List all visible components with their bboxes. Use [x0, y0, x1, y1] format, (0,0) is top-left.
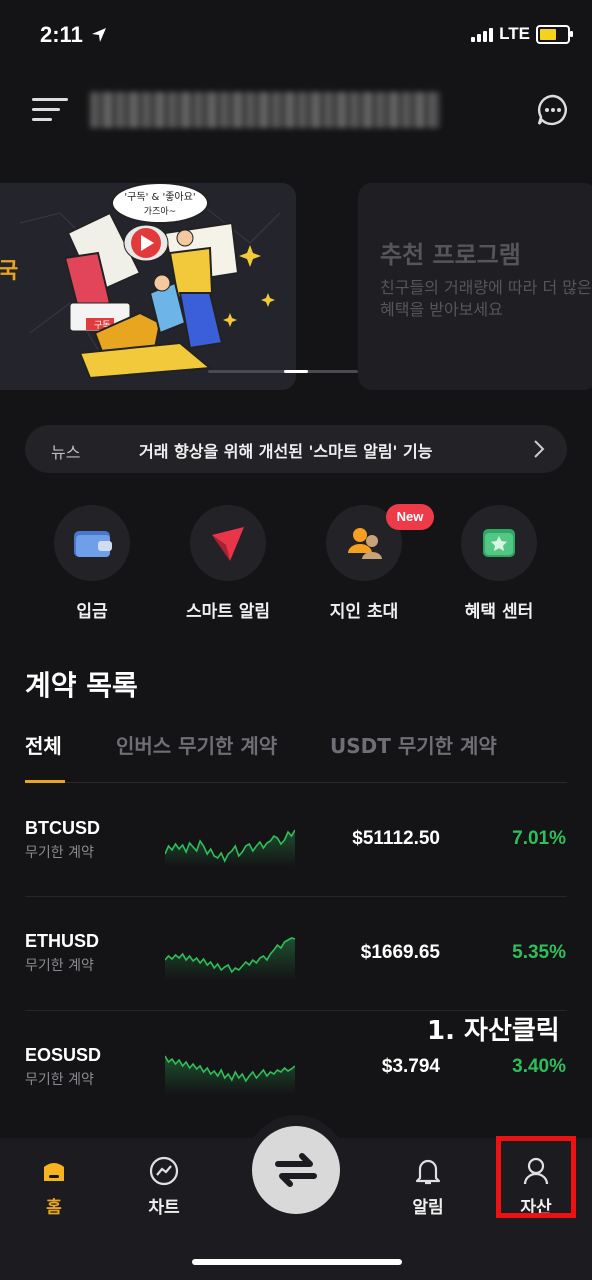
quick-menu-smart-alert[interactable]: 스마트 알림: [178, 505, 278, 622]
contract-symbol: EOSUSD: [25, 1045, 102, 1065]
contract-symbol: ETHUSD: [25, 931, 100, 951]
chart-icon: [149, 1156, 179, 1186]
nav-label: 차트: [148, 1198, 180, 1218]
referral-banner[interactable]: 추천 프로그램 친구들의 거래량에 따라 더 많은 혜택을 받아보세요: [358, 183, 592, 390]
nav-label: 알림: [412, 1198, 444, 1218]
contract-change: 3.40%: [512, 1056, 566, 1077]
chat-icon[interactable]: [537, 94, 569, 126]
annotation-highlight-box: [496, 1136, 576, 1218]
reward-ticket-icon: [461, 505, 537, 581]
speech-bubble-line2: 가즈아~: [144, 206, 176, 217]
quick-menu-label: 입금: [76, 602, 108, 622]
sparkline-area: [165, 938, 295, 980]
signal-icon: [471, 26, 494, 42]
status-indicators: LTE: [471, 24, 573, 44]
bell-icon: [415, 1159, 441, 1185]
contract-change: 5.35%: [512, 942, 566, 963]
chevron-right-icon[interactable]: [533, 439, 545, 459]
contract-row-ethusd[interactable]: ETHUSD 무기한 계약 $1669.65 5.35%: [0, 897, 592, 1010]
account-name-blurred: [90, 92, 440, 128]
quick-menu-label: 혜택 센터: [464, 602, 534, 622]
sparkline-area: [165, 1056, 295, 1094]
contract-type: 무기한 계약: [25, 845, 94, 861]
contract-price: $51112.50: [352, 828, 440, 849]
location-arrow-icon: [91, 28, 106, 42]
home-indicator: [192, 1259, 402, 1265]
nav-alerts[interactable]: 알림: [383, 1155, 473, 1218]
new-badge: New: [386, 504, 434, 530]
contract-price: $1669.65: [360, 942, 440, 963]
sparkline-chart: [165, 1055, 295, 1094]
contract-type: 무기한 계약: [25, 958, 94, 974]
contract-change: 7.01%: [512, 828, 566, 849]
contract-row-btcusd[interactable]: BTCUSD 무기한 계약 $51112.50 7.01%: [0, 783, 592, 896]
quick-menu-rewards[interactable]: 혜택 센터: [449, 505, 549, 622]
nav-chart[interactable]: 차트: [119, 1155, 209, 1218]
quick-menu-deposit[interactable]: 입금: [42, 505, 142, 622]
referral-title: 추천 프로그램: [380, 241, 521, 269]
contract-type: 무기한 계약: [25, 1072, 94, 1088]
contract-price: $3.794: [381, 1056, 440, 1077]
network-type: LTE: [499, 24, 530, 43]
instruction-annotation: 1. 자산클릭: [427, 1016, 560, 1046]
sparkline-chart: [165, 937, 295, 980]
home-icon: [44, 1163, 64, 1181]
nav-home[interactable]: 홈: [9, 1155, 99, 1218]
promo-banner[interactable]: 구독 '구독' & '좋아요' 가즈아~ 국: [0, 183, 296, 390]
sparkline-chart: [165, 829, 295, 866]
swap-arrows-icon: [275, 1153, 317, 1187]
nav-label: 홈: [46, 1198, 62, 1218]
quick-menu-label: 지인 초대: [329, 602, 399, 622]
swap-button[interactable]: [252, 1126, 340, 1214]
arrow-alert-icon: [190, 505, 266, 581]
battery-icon: [536, 24, 573, 44]
speech-bubble-line1: '구독' & '좋아요': [124, 191, 195, 203]
tab-all[interactable]: 전체: [25, 730, 62, 759]
tab-inverse-perpetual[interactable]: 인버스 무기한 계약: [116, 730, 277, 759]
referral-description: 친구들의 거래량에 따라 더 많은 혜택을 받아보세요: [380, 278, 592, 319]
news-ticker[interactable]: 뉴스 거래 향상을 위해 개선된 '스마트 알림' 기능: [25, 425, 567, 473]
wallet-icon: [54, 505, 130, 581]
status-time: 2:11: [40, 22, 107, 48]
contract-symbol: BTCUSD: [25, 818, 100, 838]
banner-side-text: 국: [0, 259, 18, 284]
promo-illustration: 구독 '구독' & '좋아요' 가즈아~ 국: [0, 183, 296, 390]
tab-usdt-perpetual[interactable]: USDT 무기한 계약: [330, 730, 497, 759]
news-headline[interactable]: 거래 향상을 위해 개선된 '스마트 알림' 기능: [139, 438, 432, 462]
menu-icon[interactable]: [32, 98, 68, 122]
carousel-indicator: [208, 370, 358, 373]
quick-menu-label: 스마트 알림: [185, 602, 271, 622]
section-title: 계약 목록: [25, 669, 138, 702]
news-label: 뉴스: [51, 443, 81, 462]
